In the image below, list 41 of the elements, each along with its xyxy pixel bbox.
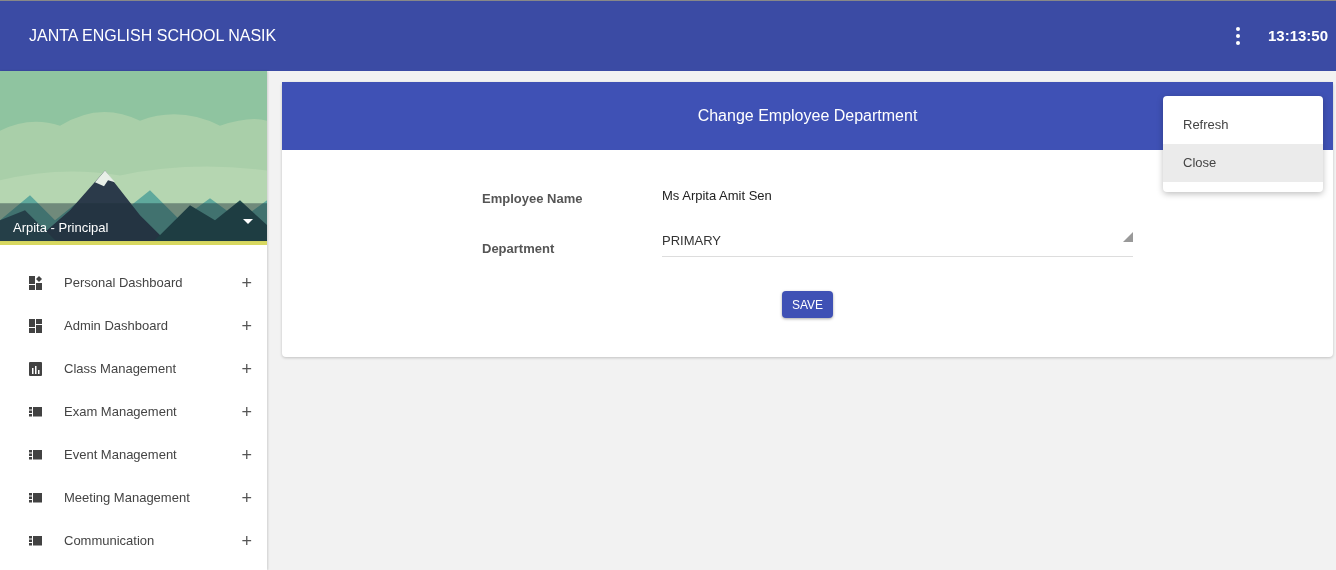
- save-button[interactable]: SAVE: [781, 291, 834, 318]
- expand-icon[interactable]: +: [241, 488, 252, 507]
- sidebar-label: Exam Management: [64, 402, 178, 421]
- expand-icon[interactable]: +: [241, 359, 252, 378]
- dashboard-icon: [29, 318, 42, 333]
- sidebar-item[interactable]: Event Management +: [0, 433, 267, 476]
- sidebar-item[interactable]: Meeting Management +: [0, 476, 267, 519]
- expand-icon[interactable]: +: [241, 445, 252, 464]
- field-label: Department: [482, 240, 556, 258]
- sidebar-label: Meeting Management: [64, 488, 191, 507]
- chart-icon: [29, 361, 42, 376]
- list-icon: [29, 533, 42, 548]
- sidebar-item[interactable]: Personal Dashboard +: [0, 261, 267, 304]
- card-title: Change Employee Department: [697, 106, 918, 126]
- list-icon: [29, 490, 42, 505]
- list-icon: [29, 404, 42, 419]
- expand-icon[interactable]: +: [241, 273, 252, 292]
- sidebar-item[interactable]: Exam Management +: [0, 390, 267, 433]
- select-arrow-icon: [1123, 232, 1133, 242]
- sidebar-label: Personal Dashboard: [64, 273, 184, 292]
- menu-item[interactable]: Refresh: [1163, 106, 1323, 144]
- menu-item[interactable]: Close: [1163, 144, 1323, 182]
- expand-icon[interactable]: +: [241, 402, 252, 421]
- sidebar-item[interactable]: Communication +: [0, 519, 267, 562]
- sidebar-item[interactable]: Class Management +: [0, 347, 267, 390]
- profile-name: Arpita - Principal: [13, 218, 109, 237]
- expand-icon[interactable]: +: [241, 531, 252, 550]
- field-label: Employee Name: [482, 190, 584, 208]
- employee-name: Ms Arpita Amit Sen: [662, 187, 772, 205]
- sidebar-label: Communication: [64, 531, 156, 550]
- sidebar-label: Class Management: [64, 359, 177, 378]
- dropdown-icon[interactable]: [243, 219, 253, 224]
- expand-icon[interactable]: +: [241, 316, 252, 335]
- list-icon: [29, 447, 42, 462]
- clock-time: 13:13:50: [1267, 25, 1328, 46]
- department-select[interactable]: PRIMARY: [662, 231, 1133, 257]
- sidebar-label: Admin Dashboard: [64, 316, 170, 335]
- dashboard-icon: [29, 275, 42, 290]
- sidebar-label: Event Management: [64, 445, 178, 464]
- app-title: JANTA ENGLISH SCHOOL NASIK: [29, 26, 278, 46]
- sidebar-item[interactable]: Admin Dashboard +: [0, 304, 267, 347]
